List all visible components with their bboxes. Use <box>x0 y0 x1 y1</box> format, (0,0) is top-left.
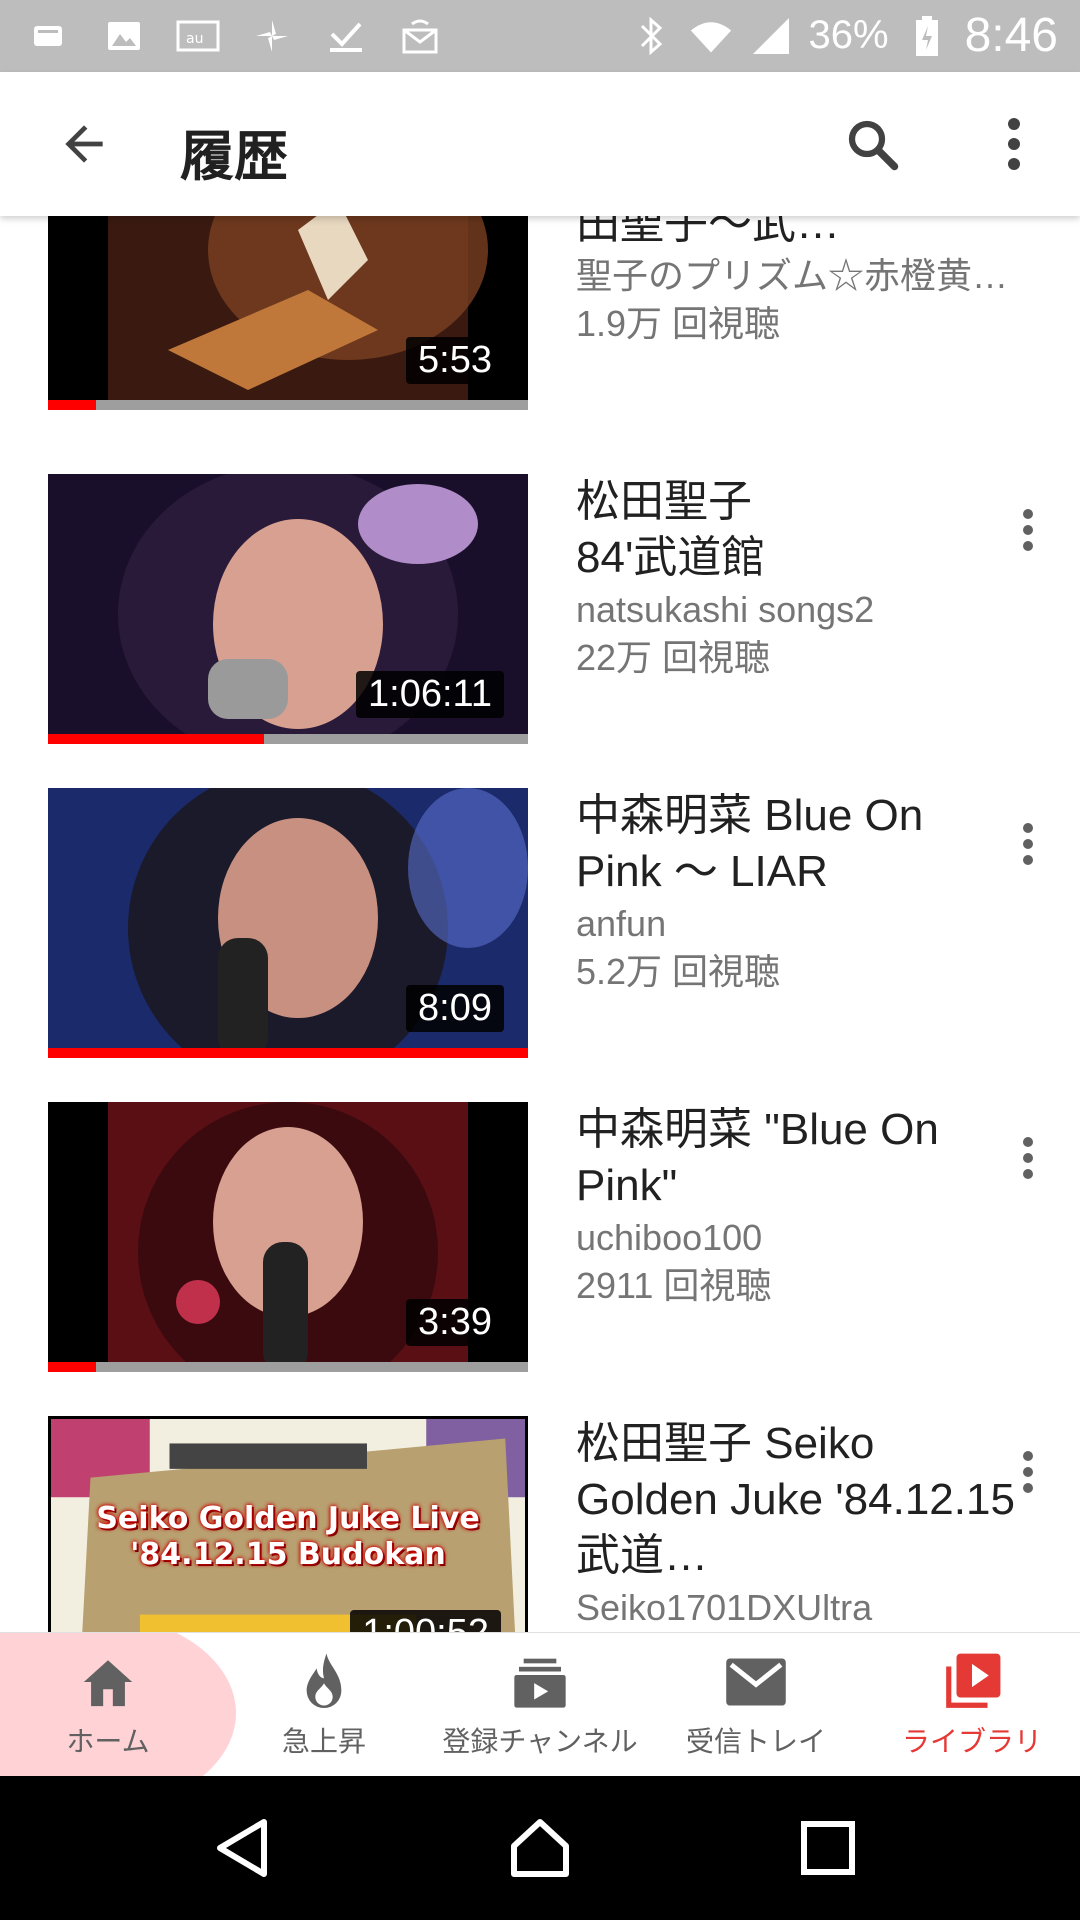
thumbnail-caption-line2: '84.12.15 Budokan <box>130 1537 446 1572</box>
more-vert-icon <box>1023 1451 1033 1493</box>
video-title: 松田聖子 Seiko Golden Juke '84.12.15 武道… <box>576 1419 1015 1580</box>
nav-subscriptions[interactable]: 登録チャンネル <box>432 1633 648 1776</box>
video-duration: 3:39 <box>406 1299 504 1346</box>
back-button[interactable] <box>48 108 120 180</box>
image-notification-icon <box>102 14 146 58</box>
watch-progress <box>48 1048 528 1058</box>
video-thumbnail[interactable]: 1:06:11 <box>48 474 528 744</box>
home-outline-icon <box>511 1819 569 1877</box>
video-thumbnail[interactable]: 8:09 <box>48 788 528 1058</box>
subscriptions-icon <box>508 1650 572 1714</box>
battery-percent: 36% <box>808 13 889 57</box>
channel-name: anfun <box>576 903 667 944</box>
cell-signal-icon <box>749 14 793 58</box>
search-button[interactable] <box>836 108 908 180</box>
watch-progress-fill <box>48 400 96 410</box>
video-duration: 1:00:52 <box>350 1610 501 1632</box>
video-info: 弾き語り、MC）／松田聖子〜武… 聖子のプリズム☆赤橙黄… 1.9万 回視聴 <box>576 216 1016 348</box>
video-item[interactable]: Seiko Golden Juke Live '84.12.15 Budokan… <box>0 1416 1080 1632</box>
system-navigation-bar <box>0 1776 1080 1920</box>
nav-inbox[interactable]: 受信トレイ <box>648 1633 864 1776</box>
video-title: 中森明菜 Blue On Pink 〜 LIAR <box>576 791 924 896</box>
channel-name: 聖子のプリズム☆赤橙黄… <box>576 255 1009 296</box>
video-duration: 5:53 <box>406 337 504 384</box>
video-title: 中森明菜 "Blue On Pink" <box>576 1105 939 1210</box>
arrow-back-icon <box>65 125 103 163</box>
watch-progress-fill <box>48 1048 528 1058</box>
view-count: 2911 回視聴 <box>576 1265 772 1306</box>
video-info: 中森明菜 "Blue On Pink" uchiboo100 2911 回視聴 <box>576 1102 1016 1310</box>
au-notification-icon: au <box>176 14 220 58</box>
nav-library[interactable]: ライブラリ <box>864 1633 1080 1776</box>
video-thumbnail[interactable]: 3:39 <box>48 1102 528 1372</box>
view-count: 1.9万 回視聴 <box>576 303 781 344</box>
video-info: 松田聖子 84'武道館 natsukashi songs2 22万 回視聴 <box>576 474 1016 682</box>
watch-progress <box>48 400 528 410</box>
channel-name: Seiko1701DXUltra <box>576 1587 873 1628</box>
download-done-icon <box>324 14 368 58</box>
thumbnail-caption-line1: Seiko Golden Juke Live <box>96 1501 480 1536</box>
system-back-button[interactable] <box>206 1812 278 1884</box>
watch-progress-fill <box>48 734 264 744</box>
svg-text:au: au <box>186 31 203 47</box>
view-count: 5.2万 回視聴 <box>576 951 781 992</box>
history-list: 5:53 弾き語り、MC）／松田聖子〜武… 聖子のプリズム☆赤橙黄… 1.9万 … <box>0 216 1080 1632</box>
video-duration: 8:09 <box>406 985 504 1032</box>
more-vert-icon <box>1023 1137 1033 1179</box>
pinwheel-icon <box>250 14 294 58</box>
video-item[interactable]: 3:39 中森明菜 "Blue On Pink" uchiboo100 2911… <box>0 1102 1080 1372</box>
notification-app-icon <box>28 14 72 58</box>
video-item[interactable]: 1:06:11 松田聖子 84'武道館 natsukashi songs2 22… <box>0 474 1080 744</box>
nav-label: ホーム <box>66 1725 150 1758</box>
bluetooth-icon <box>629 14 673 58</box>
video-menu-button[interactable] <box>1000 1436 1056 1508</box>
broadcast-mail-icon <box>398 14 442 58</box>
trending-icon <box>292 1650 356 1714</box>
clock: 8:46 <box>964 9 1058 62</box>
video-info: 中森明菜 Blue On Pink 〜 LIAR anfun 5.2万 回視聴 <box>576 788 1016 996</box>
status-bar: au 36% 8:46 <box>0 0 1080 72</box>
watch-progress-fill <box>48 1362 96 1372</box>
library-icon <box>940 1650 1004 1714</box>
channel-name: uchiboo100 <box>576 1217 763 1258</box>
triangle-back-icon <box>217 1819 267 1877</box>
page-title: 履歴 <box>180 125 288 188</box>
square-recents-icon <box>801 1821 855 1875</box>
watch-progress <box>48 734 528 744</box>
nav-home[interactable]: ホーム <box>0 1633 216 1776</box>
more-vert-icon <box>1023 823 1033 865</box>
wifi-icon <box>689 14 733 58</box>
nav-label: 受信トレイ <box>685 1725 826 1758</box>
nav-trending[interactable]: 急上昇 <box>216 1633 432 1776</box>
battery-icon <box>905 14 949 58</box>
nav-label: ライブラリ <box>901 1725 1042 1758</box>
video-duration: 1:06:11 <box>356 671 504 718</box>
nav-label: 急上昇 <box>281 1725 366 1758</box>
channel-name: natsukashi songs2 <box>576 589 875 630</box>
system-home-button[interactable] <box>504 1812 576 1884</box>
bottom-navigation: ホーム 急上昇 登録チャンネル 受信トレイ ライブラリ <box>0 1632 1080 1776</box>
video-title: 松田聖子 84'武道館 <box>576 477 766 582</box>
video-thumbnail[interactable]: Seiko Golden Juke Live '84.12.15 Budokan… <box>48 1416 528 1632</box>
system-recents-button[interactable] <box>792 1812 864 1884</box>
home-icon <box>76 1650 140 1714</box>
view-count: 22万 回視聴 <box>576 637 771 678</box>
more-vert-icon <box>1008 118 1020 170</box>
search-icon <box>848 120 899 171</box>
video-menu-button[interactable] <box>1000 494 1056 566</box>
watch-progress <box>48 1362 528 1372</box>
more-options-button[interactable] <box>978 108 1050 180</box>
more-vert-icon <box>1023 509 1033 551</box>
video-item[interactable]: 8:09 中森明菜 Blue On Pink 〜 LIAR anfun 5.2万… <box>0 788 1080 1058</box>
inbox-icon <box>724 1650 788 1714</box>
video-thumbnail[interactable]: 5:53 <box>48 216 528 410</box>
nav-label: 登録チャンネル <box>442 1725 638 1758</box>
video-menu-button[interactable] <box>1000 808 1056 880</box>
video-item[interactable]: 5:53 弾き語り、MC）／松田聖子〜武… 聖子のプリズム☆赤橙黄… 1.9万 … <box>0 216 1080 410</box>
video-title: 弾き語り、MC）／松田聖子〜武… <box>576 216 840 248</box>
app-bar: 履歴 <box>0 72 1080 216</box>
video-menu-button[interactable] <box>1000 1122 1056 1194</box>
video-info: 松田聖子 Seiko Golden Juke '84.12.15 武道… Sei… <box>576 1416 1016 1632</box>
